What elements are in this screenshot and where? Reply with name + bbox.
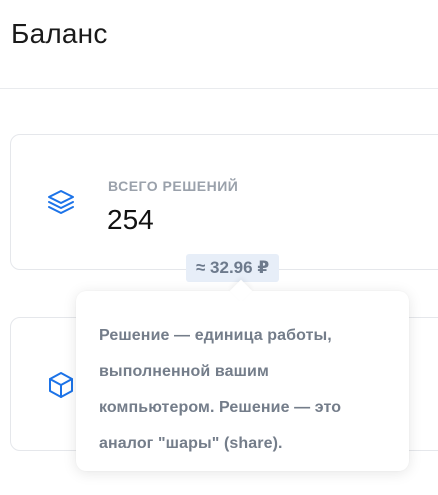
tooltip-line: аналог "шары" (share). <box>99 435 283 452</box>
balance-page: Баланс ВСЕГО РЕШЕНИЙ 254 ≈ 32.96 ₽ Решен… <box>0 0 438 495</box>
tooltip-line: компьютером. Решение — это <box>99 399 342 416</box>
cube-icon <box>46 370 76 400</box>
total-solutions-label: ВСЕГО РЕШЕНИЙ <box>108 178 239 194</box>
solution-tooltip: Решение — единица работы, выполненной ва… <box>76 279 409 471</box>
header-divider <box>0 88 438 89</box>
tooltip-line: выполненной вашим <box>99 363 269 380</box>
page-title: Баланс <box>11 18 108 49</box>
total-solutions-card: ВСЕГО РЕШЕНИЙ 254 <box>10 134 438 270</box>
layers-icon <box>46 187 76 217</box>
total-solutions-value: 254 <box>107 204 154 235</box>
tooltip-arrow <box>229 279 253 303</box>
tooltip-line: Решение — единица работы, <box>99 327 332 344</box>
rouble-equivalent-badge[interactable]: ≈ 32.96 ₽ <box>186 254 280 282</box>
